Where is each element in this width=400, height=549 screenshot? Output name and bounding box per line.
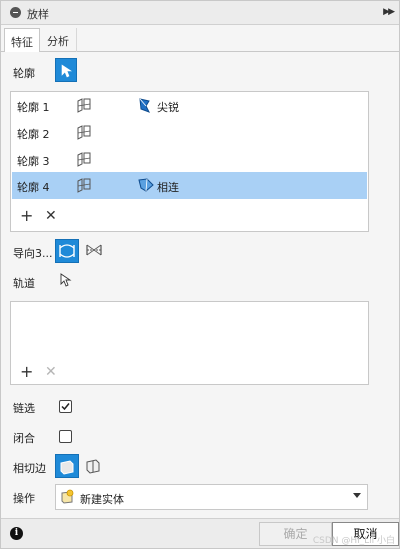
list-item[interactable]: 轮廓 3 (12, 146, 367, 173)
profile-name: 轮廓 3 (17, 155, 50, 168)
dialog-title: 放样 (27, 8, 49, 21)
add-icon[interactable]: + (20, 208, 33, 224)
operation-value: 新建实体 (80, 493, 124, 506)
profile-label: 轮廓 (13, 67, 35, 80)
cursor-icon (61, 64, 72, 78)
profile-shape-icon (76, 97, 92, 116)
list-item[interactable]: 轮廓 2 (12, 119, 367, 146)
merge-faces-icon (60, 460, 74, 475)
title-bar[interactable]: 放样 ▶▶ (1, 1, 399, 25)
operation-dropdown[interactable]: 新建实体 (55, 484, 368, 510)
profile-shape-icon (76, 177, 92, 196)
tangent-merge-button[interactable] (55, 454, 79, 478)
expand-icon[interactable]: ▶▶ (383, 7, 395, 17)
closed-label: 闭合 (13, 432, 35, 445)
guide-type-label: 导向3... (13, 247, 53, 260)
check-icon (61, 403, 70, 411)
profile-name: 轮廓 2 (17, 128, 50, 141)
chain-checkbox[interactable] (59, 400, 72, 413)
rail-guide-button[interactable] (55, 239, 79, 263)
centerline-guide-button[interactable] (83, 239, 107, 263)
profile-condition: 相连 (157, 181, 179, 194)
profile-list: 轮廓 1 尖锐 轮廓 2 轮廓 3 轮廓 4 相连 + ✕ (10, 91, 369, 232)
profile-condition: 尖锐 (157, 101, 179, 114)
closed-checkbox[interactable] (59, 430, 72, 443)
list-item[interactable]: 轮廓 1 尖锐 (12, 92, 367, 119)
tab-bar: 特征 分析 (1, 28, 399, 53)
rails-label: 轨道 (13, 277, 35, 290)
tangent-keep-button[interactable] (83, 454, 107, 478)
delete-icon: ✕ (45, 364, 57, 380)
tab-analysis[interactable]: 分析 (41, 28, 77, 52)
rails-icon (59, 244, 75, 258)
loft-dialog: 放样 ▶▶ 特征 分析 轮廓 轮廓 1 尖锐 轮廓 2 轮廓 3 轮廓 4 相连… (0, 0, 400, 549)
delete-icon[interactable]: ✕ (45, 208, 57, 224)
features-panel: 轮廓 轮廓 1 尖锐 轮廓 2 轮廓 3 轮廓 4 相连 + ✕ 导向3... … (1, 52, 399, 518)
profile-select-button[interactable] (55, 58, 77, 82)
cursor-icon (60, 273, 72, 287)
profile-name: 轮廓 4 (17, 181, 50, 194)
watermark: CSDN @Hi_Lil 小白 (312, 536, 395, 546)
sharp-condition-icon[interactable] (137, 96, 153, 117)
profile-name: 轮廓 1 (17, 101, 50, 114)
centerline-icon (86, 244, 102, 256)
tab-features[interactable]: 特征 (4, 28, 40, 53)
collapse-icon[interactable] (10, 7, 21, 18)
rails-list: + ✕ (10, 301, 369, 385)
profile-shape-icon (76, 151, 92, 170)
connected-condition-icon[interactable] (137, 176, 155, 197)
new-body-icon (59, 489, 75, 508)
list-item-selected[interactable]: 轮廓 4 相连 (12, 172, 367, 199)
keep-edges-icon (86, 459, 100, 474)
tangent-edges-label: 相切边 (13, 462, 46, 475)
operation-label: 操作 (13, 492, 35, 505)
add-icon[interactable]: + (20, 364, 33, 380)
info-icon[interactable]: i (10, 527, 23, 540)
chain-label: 链选 (13, 402, 35, 415)
chevron-down-icon[interactable] (353, 493, 361, 498)
profile-shape-icon (76, 124, 92, 143)
rail-select-button[interactable] (55, 269, 79, 293)
dialog-footer: i 确定 取消 CSDN @Hi_Lil 小白 (1, 518, 399, 548)
